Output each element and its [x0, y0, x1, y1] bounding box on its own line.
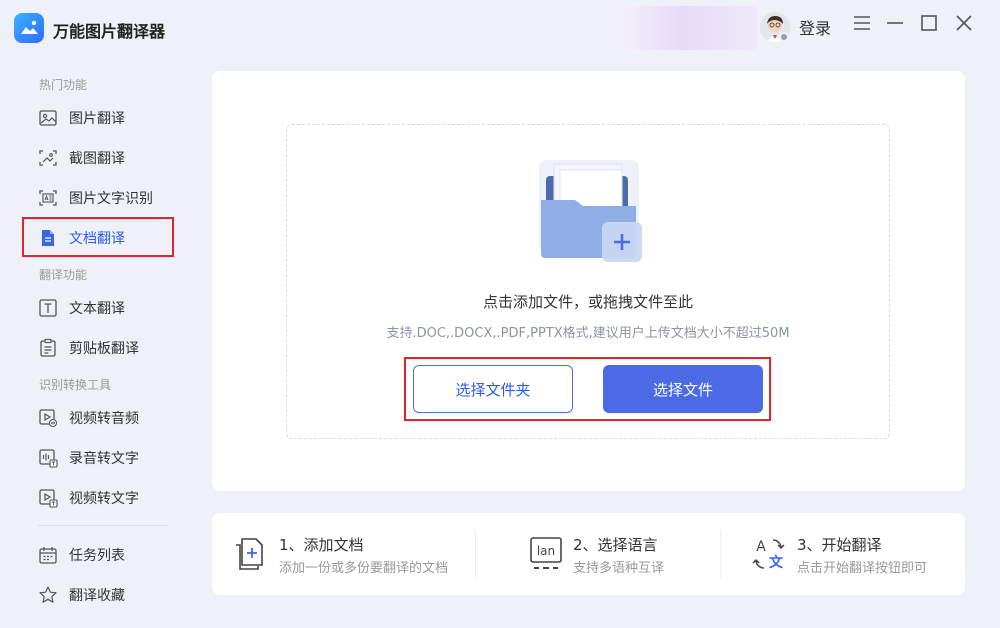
- step-title: 3、开始翻译: [797, 536, 882, 554]
- sidebar-item-label: 图片翻译: [69, 111, 125, 127]
- svg-text:A: A: [756, 539, 766, 555]
- sidebar: 热门功能 图片翻译 截图翻译 图片文字识别 文档翻译 翻译功能 文本翻译 剪贴板…: [0, 56, 190, 628]
- recording-text-icon: [38, 448, 58, 468]
- sidebar-item-recording-to-text[interactable]: 录音转文字: [24, 439, 172, 477]
- sidebar-item-label: 视频转音频: [69, 411, 139, 427]
- sidebar-item-clipboard-translate[interactable]: 剪贴板翻译: [24, 329, 172, 367]
- sidebar-item-video-to-audio[interactable]: 视频转音频: [24, 399, 172, 437]
- section-label-tools: 识别转换工具: [39, 378, 112, 392]
- svg-text:文: 文: [769, 554, 784, 571]
- step-desc: 点击开始翻译按钮即可: [797, 561, 928, 576]
- screenshot-icon: [38, 148, 58, 168]
- sidebar-item-label: 翻译收藏: [69, 588, 125, 604]
- drop-zone-title: 点击添加文件，或拖拽文件至此: [482, 293, 693, 311]
- status-dot-icon: [779, 32, 789, 42]
- section-label-translate: 翻译功能: [39, 268, 88, 282]
- step-title: 1、添加文档: [279, 536, 364, 554]
- app-title: 万能图片翻译器: [53, 22, 166, 41]
- video-text-icon: [38, 488, 58, 508]
- step-desc: 支持多语种互译: [573, 561, 665, 576]
- sidebar-item-label: 视频转文字: [69, 491, 139, 507]
- sidebar-item-label: 任务列表: [69, 548, 125, 564]
- buttons-highlight: [404, 357, 771, 421]
- ocr-icon: [38, 188, 58, 208]
- translate-icon: A 文: [751, 535, 787, 573]
- text-icon: [38, 298, 58, 318]
- close-icon[interactable]: [953, 12, 975, 34]
- sidebar-item-label: 录音转文字: [69, 451, 139, 467]
- sidebar-item-label: 剪贴板翻译: [69, 341, 139, 357]
- sidebar-item-favorites[interactable]: 翻译收藏: [24, 576, 172, 614]
- step-title: 2、选择语言: [573, 536, 658, 554]
- sidebar-item-screenshot-translate[interactable]: 截图翻译: [24, 139, 172, 177]
- step-add-document: 1、添加文档 添加一份或多份要翻译的文档: [212, 513, 475, 595]
- sidebar-item-label: 图片文字识别: [69, 191, 153, 207]
- steps-card: 1、添加文档 添加一份或多份要翻译的文档 lan 2、选择语言 支持多语种互译 …: [212, 513, 965, 595]
- minimize-icon[interactable]: [884, 12, 906, 34]
- sidebar-divider: [38, 525, 168, 526]
- svg-text:lan: lan: [537, 544, 555, 558]
- section-label-hot: 热门功能: [39, 78, 88, 92]
- title-bar: 万能图片翻译器 登录: [0, 0, 1000, 56]
- language-icon: lan: [528, 535, 564, 573]
- app-logo-icon: [14, 13, 44, 43]
- sidebar-item-video-to-text[interactable]: 视频转文字: [24, 479, 172, 517]
- sidebar-item-task-list[interactable]: 任务列表: [24, 536, 172, 574]
- clipboard-icon: [38, 338, 58, 358]
- step-start-translate: A 文 3、开始翻译 点击开始翻译按钮即可: [721, 513, 965, 595]
- step-desc: 添加一份或多份要翻译的文档: [279, 561, 449, 576]
- sidebar-item-text-translate[interactable]: 文本翻译: [24, 289, 172, 327]
- sidebar-active-highlight: [22, 217, 174, 257]
- step-select-language: lan 2、选择语言 支持多语种互译: [476, 513, 720, 595]
- sidebar-item-label: 文本翻译: [69, 301, 125, 317]
- maximize-icon[interactable]: [918, 12, 940, 34]
- image-icon: [38, 108, 58, 128]
- drop-zone-hint: 支持.DOC,.DOCX,.PDF,PPTX格式,建议用户上传文档大小不超过50…: [386, 326, 790, 341]
- star-icon: [38, 585, 58, 605]
- sidebar-item-image-translate[interactable]: 图片翻译: [24, 99, 172, 137]
- login-link[interactable]: 登录: [799, 15, 831, 39]
- sidebar-item-ocr[interactable]: 图片文字识别: [24, 179, 172, 217]
- menu-icon[interactable]: [851, 12, 873, 34]
- folder-icon: [538, 158, 642, 264]
- add-document-icon: [232, 535, 268, 573]
- calendar-icon: [38, 545, 58, 565]
- promo-banner[interactable]: [622, 6, 758, 50]
- sidebar-item-label: 截图翻译: [69, 151, 125, 167]
- video-audio-icon: [38, 408, 58, 428]
